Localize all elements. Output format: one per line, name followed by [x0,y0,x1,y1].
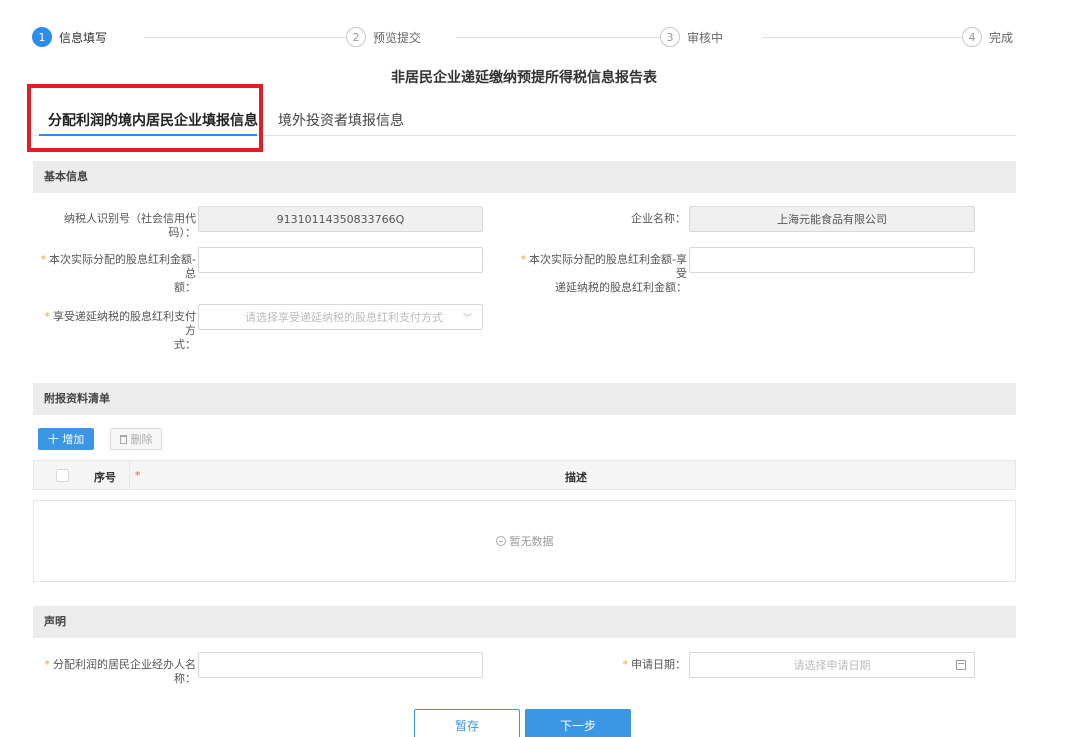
label-text: 申请日期： [631,658,686,671]
step-progress: 1 信息填写 2 预览提交 3 审核中 4 完成 [32,26,1020,48]
label-line-1: 本次实际分配的股息红利金额-享受 [529,253,687,280]
taxpayer-id-label: 纳税人识别号（社会信用代码）： [64,212,196,239]
step-label: 预览提交 [373,30,422,45]
deferred-amount-label: * 本次实际分配的股息红利金额-享受 递延纳税的股息红利金额： [520,253,687,295]
step-connector [144,37,376,38]
label-text: 分配利润的居民企业经办人名称： [53,658,196,685]
step-3: 3 审核中 [660,26,730,48]
highlight-box [27,84,263,152]
step-label: 完成 [989,30,1014,45]
step-connector [456,37,688,38]
add-button[interactable]: 十 增加 [38,428,94,450]
required-mark: * [135,469,141,482]
step-connector [762,37,988,38]
label-line-2: 递延纳税的股息红利金额： [555,281,687,294]
calendar-icon [956,660,966,670]
chevron-down-icon: ﹀ [462,314,472,324]
table-empty-state: 暂无数据 [33,500,1016,582]
delete-label: 删除 [130,433,153,446]
apply-date-label: * 申请日期： [580,658,687,672]
column-divider [129,461,130,489]
label-line-1: 享受递延纳税的股息红利支付方 [53,310,196,337]
tab-foreign-investor[interactable]: 境外投资者填报信息 [278,110,404,130]
section-basic-info: 基本信息 [33,161,1016,193]
label-line-1: 本次实际分配的股息红利金额-总 [49,253,196,280]
total-amount-label: * 本次实际分配的股息红利金额-总 额： [40,253,196,295]
required-mark: * [40,253,47,266]
apply-date-picker[interactable]: 请选择申请日期 [689,652,975,678]
section-attachments: 附报资料清单 [33,383,1016,415]
table-header: 序号 * 描述 [33,460,1016,490]
section-declaration: 声明 [33,606,1016,638]
label-line-2: 式： [174,338,196,351]
step-4: 4 完成 [962,26,1020,48]
taxpayer-id-field: 91310114350833766Q [198,206,483,232]
select-all-checkbox[interactable] [56,469,69,482]
step-label: 审核中 [687,30,724,45]
step-number: 2 [346,27,366,47]
handler-name-input[interactable] [198,652,483,678]
next-step-button[interactable]: 下一步 [525,709,631,737]
required-mark: * [622,658,629,671]
column-header-description: 描述 [565,471,587,484]
step-label: 信息填写 [59,30,108,45]
total-amount-input[interactable] [198,247,483,273]
step-number: 4 [962,27,982,47]
select-placeholder: 请选择享受递延纳税的股息红利支付方式 [245,311,443,324]
step-1: 1 信息填写 [32,26,114,48]
payment-method-label: * 享受递延纳税的股息红利支付方 式： [40,310,197,352]
required-mark: * [44,310,51,323]
step-2: 2 预览提交 [346,26,428,48]
column-header-no: 序号 [94,471,116,484]
handler-name-label: * 分配利润的居民企业经办人名称： [30,658,197,686]
payment-method-select[interactable]: 请选择享受递延纳税的股息红利支付方式 ﹀ [198,304,483,330]
company-name-field: 上海元能食品有限公司 [689,206,975,232]
delete-button[interactable]: 删除 [110,428,162,450]
label-line-2: 额： [174,281,196,294]
trash-icon [119,434,127,444]
required-mark: * [520,253,527,266]
deferred-amount-input[interactable] [689,247,975,273]
save-draft-button[interactable]: 暂存 [414,709,520,737]
required-mark: * [44,658,51,671]
empty-text: 暂无数据 [509,535,554,548]
step-number: 3 [660,27,680,47]
step-number: 1 [32,27,52,47]
company-name-label: 企业名称： [631,212,686,225]
empty-icon [495,536,506,546]
date-placeholder: 请选择申请日期 [793,659,871,672]
